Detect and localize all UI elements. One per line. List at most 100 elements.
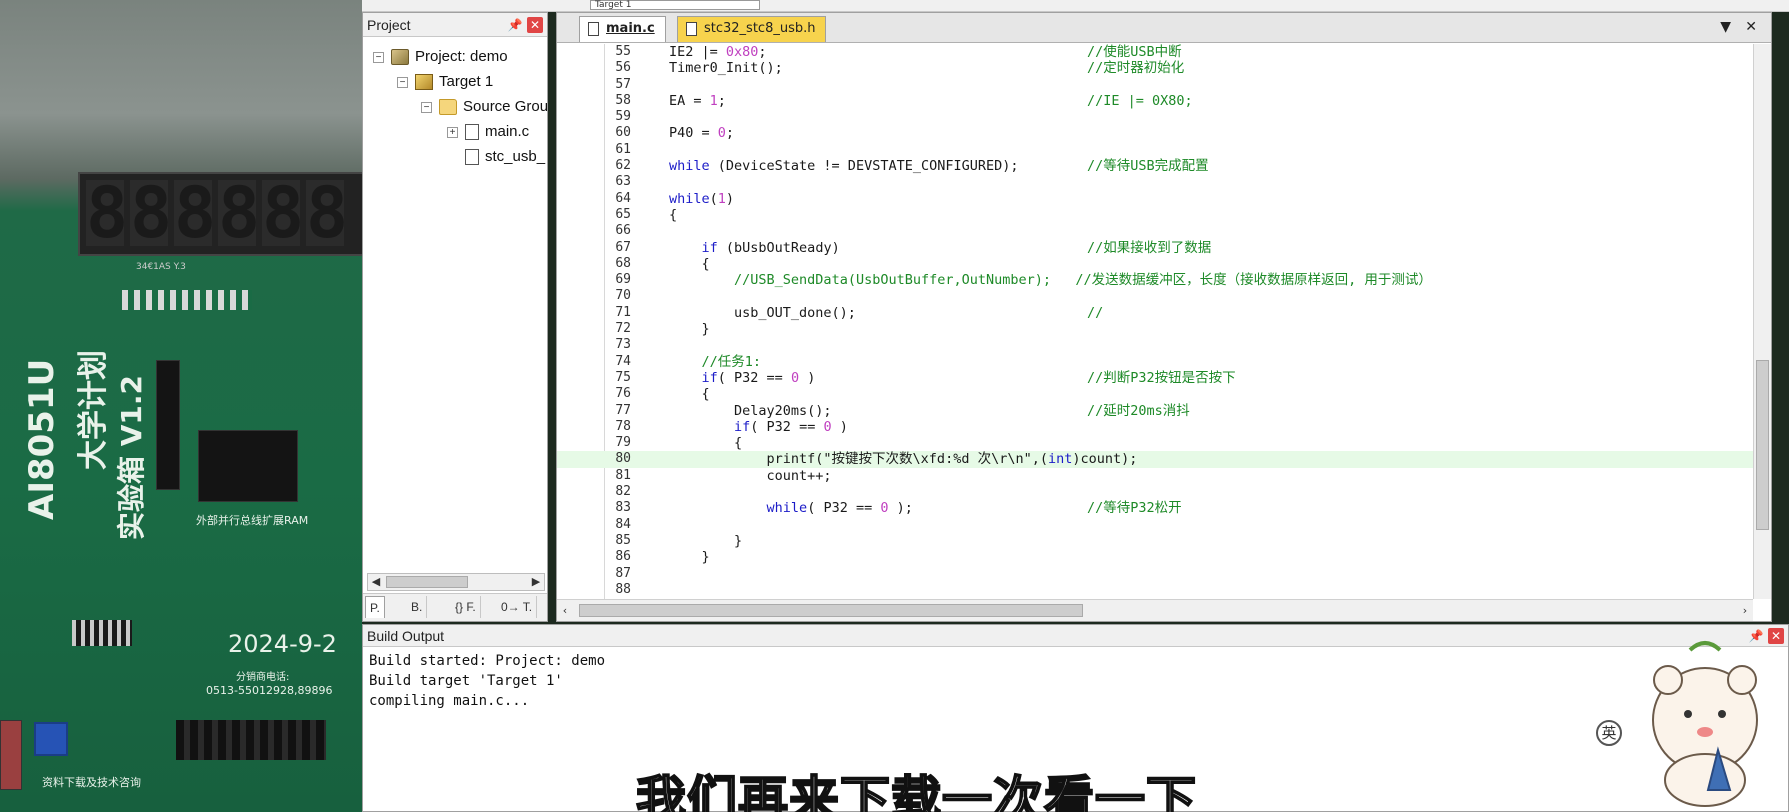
line-number: 85 xyxy=(615,532,631,548)
tree-item-project[interactable]: − Project: demo xyxy=(373,45,508,69)
file-icon xyxy=(588,22,599,36)
tab-stc32-usb-h[interactable]: stc32_stc8_usb.h xyxy=(677,16,827,42)
code-line[interactable]: 63 xyxy=(557,174,1753,190)
code-line[interactable]: 73 xyxy=(557,337,1753,353)
collapse-icon[interactable]: − xyxy=(421,102,432,113)
scroll-thumb[interactable] xyxy=(1756,360,1769,530)
code-line[interactable]: 61 xyxy=(557,142,1753,158)
build-output-line: compiling main.c... xyxy=(369,693,530,709)
project-hscrollbar[interactable]: ◀ ▶ xyxy=(367,573,545,591)
build-output-text: Build started: Project: demo Build targe… xyxy=(363,647,1788,711)
tab-project[interactable]: P. xyxy=(365,596,385,618)
scroll-left-icon[interactable]: ◀ xyxy=(369,575,383,589)
collapse-icon[interactable]: − xyxy=(397,77,408,88)
code-line[interactable]: 74 //任务1: xyxy=(557,354,1753,370)
code-comment: //延时20ms消抖 xyxy=(1087,402,1190,419)
line-number: 65 xyxy=(615,206,631,222)
code-line[interactable]: 69 //USB_SendData(UsbOutBuffer,OutNumber… xyxy=(557,272,1753,288)
project-pane-tabs: P. B. {} F. 0→ T. xyxy=(363,593,547,621)
code-line[interactable]: 82 xyxy=(557,484,1753,500)
code-line[interactable]: 59 xyxy=(557,109,1753,125)
code-line[interactable]: 60 P40 = 0; xyxy=(557,125,1753,141)
code-comment: //等待P32松开 xyxy=(1087,500,1182,517)
board-model: AI8051U xyxy=(22,358,62,520)
tree-label: main.c xyxy=(485,123,530,140)
ime-indicator[interactable]: 英 xyxy=(1596,720,1622,746)
code-line[interactable]: 56 Timer0_Init(); //定时器初始化 xyxy=(557,60,1753,76)
tree-label: Source Grou xyxy=(463,98,547,115)
tree-item-target[interactable]: − Target 1 xyxy=(397,70,493,94)
scroll-right-icon[interactable]: ▶ xyxy=(529,575,543,589)
code-line[interactable]: 80 printf("按键按下次数\xfd:%d 次\r\n",(int)cou… xyxy=(557,451,1753,468)
target-select[interactable]: Target 1 xyxy=(590,0,760,10)
code-area[interactable]: 55 IE2 |= 0x80; //使能USB中断 56 Timer0_Init(); /… xyxy=(557,44,1753,599)
code-line[interactable]: 62 while (DeviceState != DEVSTATE_CONFIGU… xyxy=(557,158,1753,174)
segment-digit: 8 xyxy=(174,172,217,254)
line-number: 69 xyxy=(615,272,631,288)
tree-item-main-c[interactable]: + main.c xyxy=(447,120,529,144)
code-line[interactable]: 84 xyxy=(557,517,1753,533)
editor: main.c stc32_stc8_usb.h ▼ ✕ 55 IE2 |= 0x8… xyxy=(556,12,1772,622)
tree-item-source-group[interactable]: − Source Grou xyxy=(421,95,547,119)
code-line[interactable]: 88 xyxy=(557,582,1753,598)
line-number: 67 xyxy=(615,239,631,255)
editor-vscrollbar[interactable] xyxy=(1753,44,1771,599)
code-text: while( P32 == 0 ); xyxy=(766,500,913,517)
code-comment: //判断P32按钮是否按下 xyxy=(1087,369,1236,386)
code-line[interactable]: 85 } xyxy=(557,533,1753,549)
code-line[interactable]: 55 IE2 |= 0x80; //使能USB中断 xyxy=(557,44,1753,60)
line-number: 68 xyxy=(615,255,631,271)
build-output-title: Build Output 📌 ✕ xyxy=(363,625,1788,647)
code-line[interactable]: 70 xyxy=(557,288,1753,304)
tree-label: stc_usb_ xyxy=(485,148,546,165)
code-line[interactable]: 79 { xyxy=(557,435,1753,451)
tab-books[interactable]: B. xyxy=(407,596,428,618)
tab-main-c[interactable]: main.c xyxy=(579,16,666,42)
code-text: if( P32 == 0 ) xyxy=(734,418,848,435)
code-line[interactable]: 87 xyxy=(557,566,1753,582)
code-line[interactable]: 72 } xyxy=(557,321,1753,337)
pin-icon[interactable]: 📌 xyxy=(507,17,523,33)
tab-functions[interactable]: {} F. xyxy=(451,596,481,618)
code-text: Delay20ms(); xyxy=(669,402,832,419)
code-line[interactable]: 71 usb_OUT_done(); // xyxy=(557,305,1753,321)
code-line[interactable]: 77 Delay20ms(); //延时20ms消抖 xyxy=(557,403,1753,419)
code-line[interactable]: 78 if( P32 == 0 ) xyxy=(557,419,1753,435)
code-line[interactable]: 57 xyxy=(557,77,1753,93)
build-output-line: Build started: Project: demo xyxy=(369,653,606,669)
scroll-left-icon[interactable]: ‹ xyxy=(558,604,572,618)
mascot-sticker xyxy=(1652,641,1758,807)
file-icon xyxy=(465,149,479,166)
tab-label: stc32_stc8_usb.h xyxy=(704,21,816,36)
line-number: 66 xyxy=(615,223,631,239)
scroll-right-icon[interactable]: › xyxy=(1738,604,1752,618)
code-line[interactable]: 75 if( P32 == 0 ) //判断P32按钮是否按下 xyxy=(557,370,1753,386)
editor-hscrollbar[interactable]: ‹ › xyxy=(557,599,1753,621)
tree-item-stc-usb[interactable]: stc_usb_ xyxy=(465,145,545,169)
board-sales: 分销商电话: xyxy=(236,672,290,683)
tab-templates[interactable]: 0→ T. xyxy=(497,596,538,618)
code-line[interactable]: 66 xyxy=(557,223,1753,239)
folder-icon xyxy=(439,99,457,116)
close-icon[interactable]: ✕ xyxy=(527,17,543,33)
code-line[interactable]: 64 while(1) xyxy=(557,191,1753,207)
close-icon[interactable]: ✕ xyxy=(1745,19,1757,35)
code-line[interactable]: 65 { xyxy=(557,207,1753,223)
tab-list-dropdown-icon[interactable]: ▼ xyxy=(1720,19,1731,35)
code-comment: //定时器初始化 xyxy=(1087,60,1185,77)
code-line[interactable]: 68 { xyxy=(557,256,1753,272)
code-text: while (DeviceState != DEVSTATE_CONFIGURE… xyxy=(669,158,1019,175)
code-line[interactable]: 86 } xyxy=(557,549,1753,565)
scroll-thumb[interactable] xyxy=(386,576,468,588)
code-text: printf("按键按下次数\xfd:%d 次\r\n",(int)count)… xyxy=(669,451,1138,468)
collapse-icon[interactable]: − xyxy=(373,52,384,63)
code-line[interactable]: 76 { xyxy=(557,386,1753,402)
code-line[interactable]: 83 while( P32 == 0 ); //等待P32松开 xyxy=(557,500,1753,516)
expand-icon[interactable]: + xyxy=(447,127,458,138)
line-number: 81 xyxy=(615,467,631,483)
code-line[interactable]: 67 if (bUsbOutReady) //如果接收到了数据 xyxy=(557,240,1753,256)
line-number: 62 xyxy=(615,158,631,174)
scroll-thumb[interactable] xyxy=(579,604,1083,617)
code-line[interactable]: 81 count++; xyxy=(557,468,1753,484)
code-line[interactable]: 58 EA = 1; //IE |= 0X80; xyxy=(557,93,1753,109)
